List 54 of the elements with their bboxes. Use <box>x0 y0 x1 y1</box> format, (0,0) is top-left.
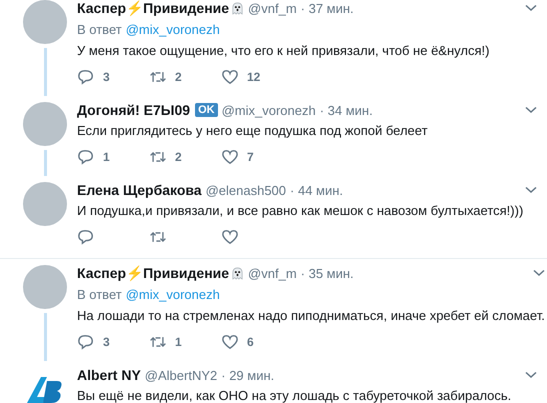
tweet-text: Вы ещё не видели, как ОНО на эту лошадь с табуреточкой забиралось. <box>77 387 512 403</box>
chevron-down-icon[interactable] <box>525 371 537 379</box>
user-name[interactable]: Albert NY <box>77 367 141 383</box>
heart-icon[interactable] <box>221 334 239 350</box>
tweet-text: Если приглядитесь у него еще подушка под жопой белеет <box>77 122 429 140</box>
chevron-down-icon[interactable] <box>525 106 537 114</box>
reply-label: В ответ <box>77 286 122 302</box>
retweet-icon[interactable] <box>149 69 167 85</box>
user-handle[interactable]: @AlbertNY2 <box>144 368 218 382</box>
heart-icon[interactable] <box>221 149 239 165</box>
retweet-count: 2 <box>175 70 182 84</box>
user-name[interactable]: Елена Щербакова <box>77 182 202 198</box>
user-handle[interactable]: @vnf_m <box>248 0 297 16</box>
reply-count: 1 <box>103 150 110 164</box>
tweet-time[interactable]: · 29 мин. <box>221 368 274 382</box>
retweet-icon[interactable] <box>149 229 167 245</box>
chevron-down-icon[interactable] <box>525 186 537 194</box>
mention-link[interactable]: @mix_voronezh <box>126 286 220 302</box>
thread-line <box>44 150 46 176</box>
tweet-time[interactable]: · 34 мин. <box>320 102 373 118</box>
user-name[interactable]: Догоняй! Е7Ы09 <box>77 102 190 118</box>
chevron-down-icon[interactable] <box>532 269 545 277</box>
like-count: 12 <box>247 70 260 84</box>
mention-link[interactable]: @mix_voronezh <box>126 22 220 36</box>
retweet-count: 2 <box>175 150 182 164</box>
heart-icon[interactable] <box>221 229 239 245</box>
reply-icon[interactable] <box>77 229 95 245</box>
user-handle[interactable]: @vnf_m <box>248 266 297 280</box>
user-name[interactable]: Каспер⚡Привидение <box>77 265 230 281</box>
chevron-down-icon[interactable] <box>525 4 537 12</box>
tweet-time[interactable]: · 44 мин. <box>290 182 344 198</box>
retweet-icon[interactable] <box>149 334 167 350</box>
ok-badge: OK <box>195 103 218 117</box>
tweet-time[interactable]: · 35 мин. <box>300 266 354 280</box>
like-count: 6 <box>247 335 254 349</box>
reply-icon[interactable] <box>77 149 95 165</box>
reply-icon[interactable] <box>77 334 95 350</box>
thread-line <box>44 313 46 361</box>
tweet-text: На лошади то на стремленах надо пиподниматься, иначе хребет ей сломает. <box>77 307 545 325</box>
tweet-text: И подушка,и привязали, и все равно как мешок с навозом бултыхается!))) <box>77 202 524 220</box>
user-name[interactable]: Каспер⚡Привидение <box>77 0 230 16</box>
reply-count: 3 <box>103 335 110 349</box>
user-handle[interactable]: @elenash500 <box>206 182 286 198</box>
reply-label: В ответ <box>77 22 122 36</box>
reply-icon[interactable] <box>77 69 95 85</box>
retweet-count: 1 <box>175 335 182 349</box>
like-count: 7 <box>247 150 254 164</box>
reply-count: 3 <box>103 70 110 84</box>
heart-icon[interactable] <box>221 69 239 85</box>
tweet-text: У меня такое ощущение, что его к ней привязали, чтоб не ё&нулся!) <box>77 42 490 60</box>
retweet-icon[interactable] <box>149 149 167 165</box>
thread-line <box>44 48 46 96</box>
user-handle[interactable]: @mix_voronezh <box>222 102 316 118</box>
tweet-time[interactable]: · 37 мин. <box>300 0 354 16</box>
